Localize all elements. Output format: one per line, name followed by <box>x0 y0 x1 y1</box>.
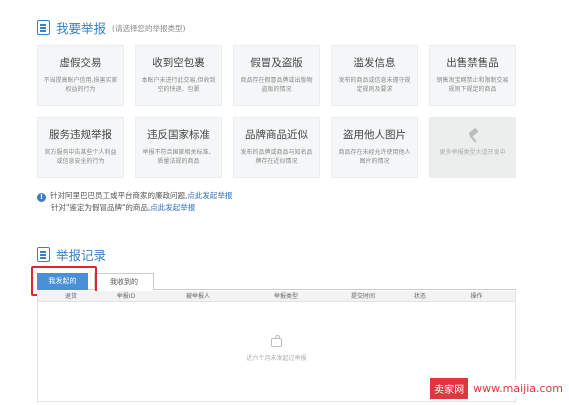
empty-text: 近六个月未发起过举报 <box>246 355 307 362</box>
card-title: 收到空包裹 <box>152 57 205 69</box>
report-card-image-theft[interactable]: 盗用他人图片 商品存在未经允许使用他人图片的情况 <box>331 117 418 178</box>
report-title: 我要举报 <box>56 21 107 36</box>
card-desc: 商品存在未经允许使用他人图片的情况 <box>338 149 411 165</box>
empty-box-icon <box>271 335 282 347</box>
report-section-header: 我要举报 (请选择您的举报类型) <box>37 18 185 37</box>
document-icon <box>37 247 50 262</box>
card-desc: 发布的商品或信息未遵守规定规则及要求 <box>338 77 411 93</box>
card-desc: 发布的品牌或商品与知名品牌存在近似情况 <box>240 149 313 165</box>
report-card-counterfeit[interactable]: 假冒及盗版 商品存在假冒品牌或出版物盗版的情况 <box>233 45 320 106</box>
report-type-row-2: 服务违规举报 官方服务中告某些个人利益或信息安全的行为 违反国家标准 举报不符合… <box>37 117 517 178</box>
report-card-service-violation[interactable]: 服务违规举报 官方服务中告某些个人利益或信息安全的行为 <box>37 117 124 178</box>
card-desc: 本账户未进行此交易,但收到空的快递、包裹 <box>141 77 216 93</box>
gavel-icon <box>466 129 480 143</box>
report-type-grid: 虚假交易 不当提高账户信用,损害买家权益的行为 收到空包裹 本账户未进行此交易,… <box>37 45 517 189</box>
card-title: 假冒及盗版 <box>250 57 303 69</box>
card-desc: 举报不符合国家相关标准、质量法规的商品 <box>142 149 215 165</box>
watermark: 卖家网 www.maijia.com <box>430 378 569 399</box>
report-card-empty-package[interactable]: 收到空包裹 本账户未进行此交易,但收到空的快递、包裹 <box>135 45 222 106</box>
report-card-prohibited-goods[interactable]: 出售禁售品 销售淘宝网禁止和限制交易规则下规定的商品 <box>429 45 516 106</box>
report-card-fake-transaction[interactable]: 虚假交易 不当提高账户信用,损害买家权益的行为 <box>37 45 124 106</box>
records-section-header: 举报记录 <box>37 245 106 264</box>
info-icon: ! <box>37 193 46 202</box>
watermark-brand: 卖家网 <box>430 378 469 399</box>
watermark-url: www.maijia.com <box>468 380 569 397</box>
notice-line2-text: 针对"鉴定为假冒品牌"的商品, <box>51 203 151 212</box>
tab-received[interactable]: 我收到的 <box>94 273 154 290</box>
column-header: 举报ID <box>116 293 136 300</box>
notice-line-2: 针对"鉴定为假冒品牌"的商品,点此发起举报 <box>37 202 232 214</box>
report-type-row-1: 虚假交易 不当提高账户信用,损害买家权益的行为 收到空包裹 本账户未进行此交易,… <box>37 45 517 106</box>
column-header: 被举报人 <box>185 293 210 300</box>
records-title: 举报记录 <box>56 248 107 263</box>
records-tabs: 我发起的 我收到的 <box>37 273 516 290</box>
column-header: 状态 <box>413 293 426 300</box>
report-card-more-coming: 更多举报类型大道开发中 <box>429 117 516 178</box>
column-header: 退货 <box>64 293 77 300</box>
card-desc: 不当提高账户信用,损害买家权益的行为 <box>43 77 118 93</box>
card-title: 服务违规举报 <box>49 129 112 141</box>
counterfeit-report-link[interactable]: 点此发起举报 <box>150 203 195 212</box>
report-subtitle: (请选择您的举报类型) <box>112 24 186 33</box>
report-card-national-standard[interactable]: 违反国家标准 举报不符合国家相关标准、质量法规的商品 <box>135 117 222 178</box>
column-header: 操作 <box>470 293 483 300</box>
card-title: 滥发信息 <box>353 57 396 69</box>
table-header: 退货 举报ID 被举报人 举报类型 提交时间 状态 操作 <box>38 291 515 302</box>
notice-line-1: ! 针对阿里巴巴员工或平台商家的廉政问题,点此发起举报 <box>37 190 232 202</box>
card-title: 虚假交易 <box>59 57 102 69</box>
card-desc: 商品存在假冒品牌或出版物盗版的情况 <box>240 77 313 93</box>
report-notice: ! 针对阿里巴巴员工或平台商家的廉政问题,点此发起举报 针对"鉴定为假冒品牌"的商… <box>37 190 232 214</box>
card-desc: 更多举报类型大道开发中 <box>439 149 506 156</box>
tab-initiated[interactable]: 我发起的 <box>37 273 88 290</box>
card-title: 品牌商品近似 <box>245 129 308 141</box>
integrity-report-link[interactable]: 点此发起举报 <box>187 191 232 200</box>
document-icon <box>37 20 50 35</box>
card-title: 盗用他人图片 <box>343 129 406 141</box>
report-card-brand-similar[interactable]: 品牌商品近似 发布的品牌或商品与知名品牌存在近似情况 <box>233 117 320 178</box>
card-desc: 销售淘宝网禁止和限制交易规则下规定的商品 <box>436 77 509 93</box>
report-card-spam-info[interactable]: 滥发信息 发布的商品或信息未遵守规定规则及要求 <box>331 45 418 106</box>
card-title: 违反国家标准 <box>147 129 210 141</box>
card-title: 出售禁售品 <box>446 57 499 69</box>
empty-state: 近六个月未发起过举报 <box>38 335 515 362</box>
column-header: 举报类型 <box>273 293 298 300</box>
notice-line1-text: 针对阿里巴巴员工或平台商家的廉政问题, <box>50 191 188 200</box>
card-desc: 官方服务中告某些个人利益或信息安全的行为 <box>44 149 117 165</box>
column-header: 提交时间 <box>350 293 375 300</box>
